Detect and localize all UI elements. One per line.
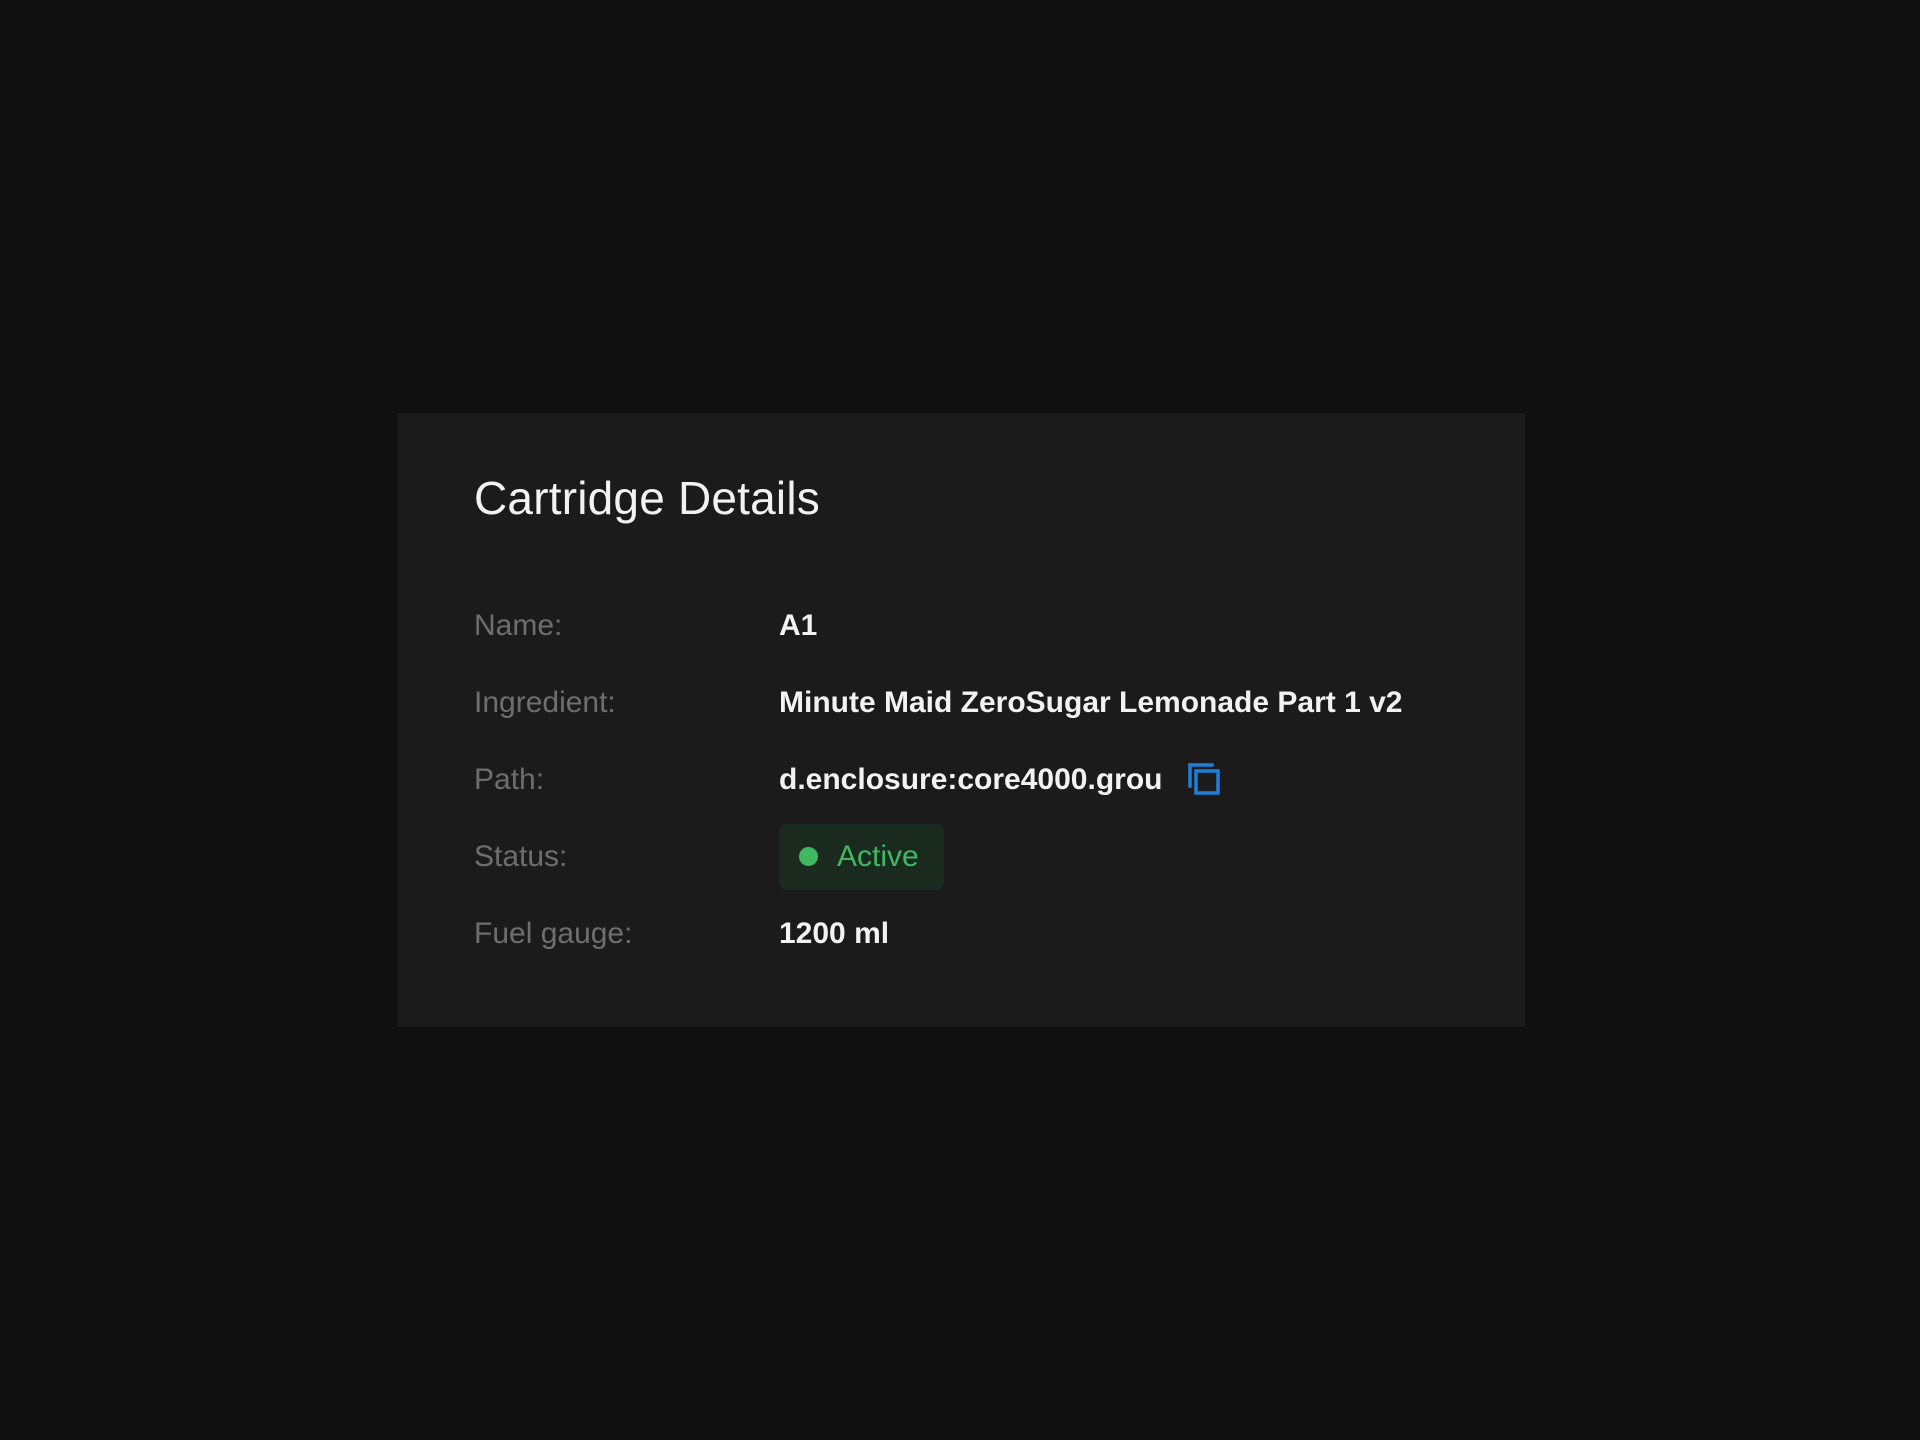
status-dot-icon — [799, 847, 818, 866]
ingredient-label: Ingredient: — [474, 685, 616, 719]
detail-row-ingredient: Ingredient: Minute Maid ZeroSugar Lemona… — [474, 664, 1448, 741]
path-label: Path: — [474, 762, 545, 796]
ingredient-value: Minute Maid ZeroSugar Lemonade Part 1 v2 — [779, 685, 1403, 719]
status-badge: Active — [779, 823, 944, 890]
copy-icon — [1188, 762, 1221, 795]
detail-row-status: Status: Active — [474, 818, 1448, 895]
detail-row-fuel-gauge: Fuel gauge: 1200 ml — [474, 895, 1448, 972]
status-label: Status: — [474, 839, 568, 873]
name-value: A1 — [779, 608, 818, 642]
details-list: Name: A1 Ingredient: Minute Maid ZeroSug… — [474, 587, 1448, 972]
cartridge-details-card: Cartridge Details Name: A1 Ingredient: M… — [397, 413, 1525, 1027]
fuel-gauge-value: 1200 ml — [779, 916, 890, 950]
copy-path-button[interactable] — [1184, 760, 1224, 800]
detail-row-name: Name: A1 — [474, 587, 1448, 664]
name-label: Name: — [474, 608, 563, 642]
path-value: d.enclosure:core4000.grou — [779, 762, 1163, 796]
status-text: Active — [837, 839, 919, 873]
detail-row-path: Path: d.enclosure:core4000.grou — [474, 741, 1448, 818]
path-value-group: d.enclosure:core4000.grou — [779, 760, 1224, 800]
page: Cartridge Details Name: A1 Ingredient: M… — [0, 0, 1920, 1440]
fuel-gauge-label: Fuel gauge: — [474, 916, 633, 950]
card-title: Cartridge Details — [474, 472, 820, 524]
